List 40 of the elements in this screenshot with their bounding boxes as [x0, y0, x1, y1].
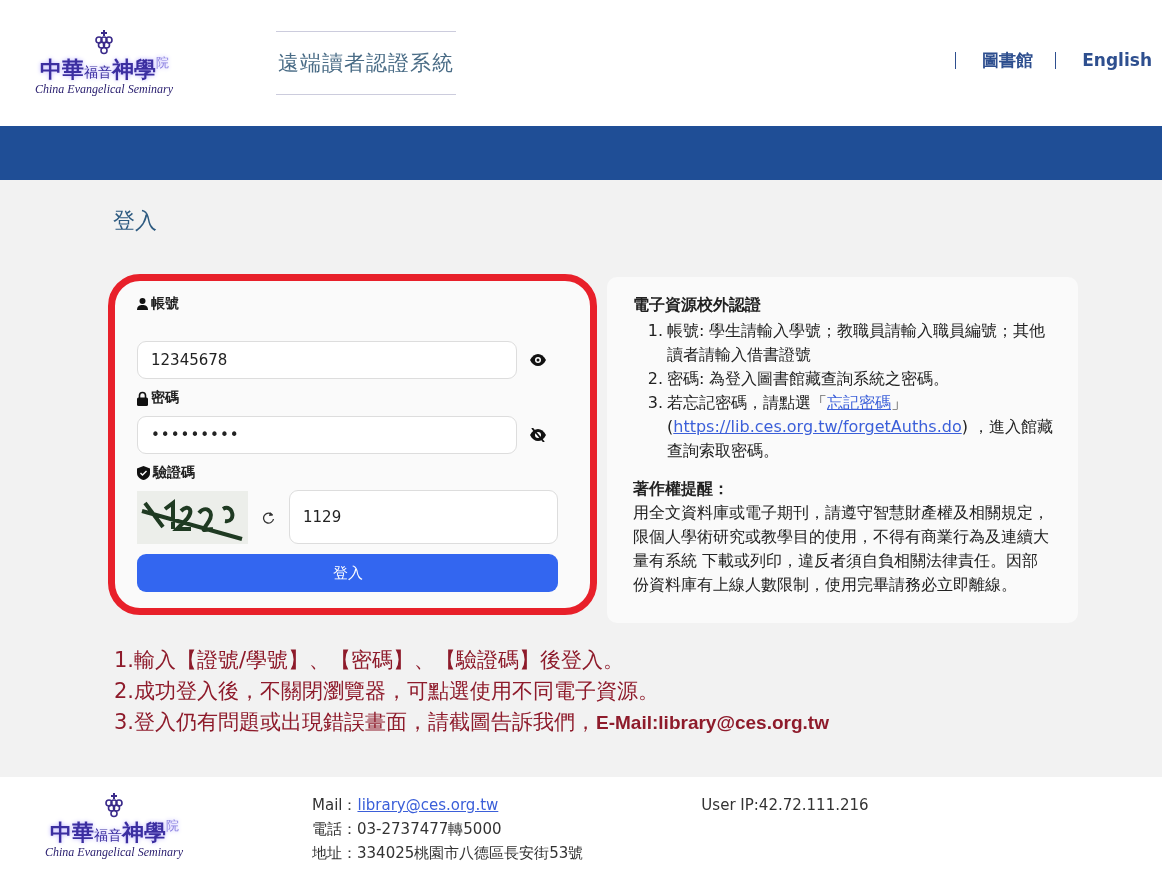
refresh-icon[interactable] — [262, 510, 275, 524]
instruction-line: 1.輸入【證號/學號】、【密碼】、【驗證碼】後登入。 — [114, 647, 626, 674]
info-list-item: 帳號: 學生請輸入學號；教職員請輸入職員編號；其他讀者請輸入借書證號 — [667, 320, 1047, 366]
captcha-label: 驗證碼 — [153, 464, 195, 482]
grapes-cross-icon — [94, 29, 114, 56]
account-label: 帳號 — [151, 295, 179, 313]
address-text: 地址：334025桃園市八德區長安街53號 — [312, 843, 584, 864]
captcha-field[interactable]: 1129 — [289, 490, 558, 544]
eye-slash-icon[interactable] — [530, 428, 546, 442]
list-number: 1. — [647, 320, 663, 342]
info-heading: 電子資源校外認證 — [633, 294, 762, 316]
login-button[interactable]: 登入 — [137, 554, 558, 592]
nav-link[interactable]: English — [1055, 51, 1152, 69]
password-field[interactable]: ••••••••• — [137, 416, 517, 454]
shield-check-icon — [137, 466, 150, 480]
mail-label: Mail： — [312, 796, 358, 814]
account-field[interactable]: 12345678 — [137, 341, 517, 379]
copyright-text: 用全文資料庫或電子期刊，請遵守智慧財產權及相關規定，限個人學術研究或教學目的使用，不得有商業行為及連續大量有系統 下載或列印，違反者須自負相關法律責任。因部份資料庫有上線人數限制，使用完畢請務必立即離線。 — [633, 502, 1050, 596]
list-number: 3. — [647, 392, 663, 414]
forgot-password-url-link[interactable]: https://lib.ces.org.tw/forgetAuths.do — [673, 417, 962, 436]
eye-icon[interactable] — [530, 354, 546, 366]
password-label: 密碼 — [151, 389, 179, 407]
lock-icon — [137, 390, 148, 406]
instruction-line: 3.登入仍有問題或出現錯誤畫面，請截圖告訴我們，E-Mail:library@ces.org.tw — [114, 709, 830, 736]
page-title: 登入 — [113, 207, 158, 235]
forgot-password-link[interactable]: 忘記密碼 — [827, 393, 891, 412]
list-number: 2. — [647, 368, 663, 390]
user-icon — [137, 298, 148, 310]
email-link[interactable]: library@ces.org.tw — [357, 796, 499, 814]
info-list-item: 密碼: 為登入圖書館藏查詢系統之密碼。 — [667, 368, 951, 390]
seminary-logo: 中華福音神學$^{院}$ China Evangelical Seminary — [14, 793, 214, 860]
info-list-item: 若忘記密碼，請點選「忘記密碼」 (https://lib.ces.org.tw/forgetAuths.do) ，進入館藏查詢索取密碼。 — [667, 392, 1054, 462]
system-title: 遠端讀者認證系統 — [277, 50, 455, 77]
copyright-heading: 著作權提醒： — [633, 478, 730, 500]
phone-text: 電話：03-2737477轉5000 — [312, 819, 503, 840]
user-ip-text: User IP:42.72.111.216 — [701, 795, 869, 816]
grapes-cross-icon — [104, 793, 124, 819]
seminary-logo: 中華福音神學$^{院}$ China Evangelical Seminary — [14, 29, 194, 97]
instruction-line: 2.成功登入後，不關閉瀏覽器，可點選使用不同電子資源。 — [114, 678, 661, 705]
nav-link[interactable]: 圖書館 — [955, 51, 1034, 69]
